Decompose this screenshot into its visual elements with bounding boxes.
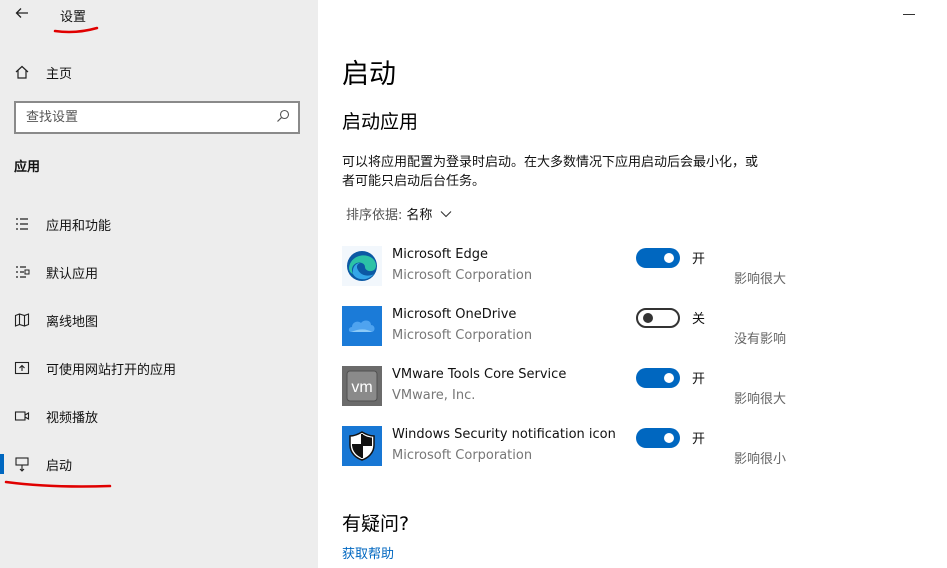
- video-playback-icon: [12, 406, 32, 426]
- window-title: 设置: [60, 10, 87, 25]
- startup-toggle[interactable]: [636, 368, 680, 388]
- description-line: 者可能只启动后台任务。: [342, 174, 486, 189]
- active-indicator: [0, 454, 4, 474]
- apps-for-websites-icon: [12, 358, 32, 378]
- sidebar-item-label: 离线地图: [46, 314, 99, 330]
- app-publisher: VMware, Inc.: [392, 388, 476, 403]
- description: 可以将应用配置为登录时启动。在大多数情况下应用启动后会最小化，或 者可能只启动后…: [342, 153, 802, 191]
- sidebar-item-label: 视频播放: [46, 410, 99, 426]
- search-icon[interactable]: [276, 109, 290, 127]
- main-panel: 启动 启动应用 可以将应用配置为登录时启动。在大多数情况下应用启动后会最小化，或…: [318, 0, 947, 568]
- sidebar-item-label: 应用和功能: [46, 218, 112, 234]
- toggle-state-label: 开: [692, 252, 706, 267]
- toggle-state-label: 关: [692, 312, 706, 327]
- sidebar-section-heading: 应用: [14, 160, 41, 175]
- back-arrow-icon: [15, 8, 28, 18]
- sort-dropdown[interactable]: 排序依据: 名称: [346, 204, 452, 223]
- settings-window: 设置 主页 应用 应用和功能 默认应用: [0, 0, 947, 568]
- sidebar-item-label: 默认应用: [46, 266, 99, 282]
- startup-icon: [12, 454, 32, 474]
- app-name: VMware Tools Core Service: [392, 367, 567, 382]
- startup-app-row: Windows Security notification icon Micro…: [342, 426, 822, 474]
- vmware-icon: vm: [342, 366, 382, 406]
- microsoft-edge-icon: [342, 246, 382, 286]
- red-underline-annotation: [53, 26, 99, 34]
- app-name: Microsoft OneDrive: [392, 307, 517, 322]
- back-button[interactable]: [12, 5, 32, 25]
- offline-maps-icon: [12, 310, 32, 330]
- sidebar-item-label: 启动: [46, 458, 73, 474]
- toggle-knob: [643, 313, 653, 323]
- startup-app-row: vm VMware Tools Core Service VMware, Inc…: [342, 366, 822, 414]
- app-publisher: Microsoft Corporation: [392, 328, 533, 343]
- sort-label: 排序依据:: [346, 208, 403, 223]
- sort-value: 名称: [406, 208, 433, 223]
- startup-toggle[interactable]: [636, 248, 680, 268]
- startup-app-row: Microsoft OneDrive Microsoft Corporation…: [342, 306, 822, 354]
- startup-toggle[interactable]: [636, 308, 680, 328]
- sidebar-item-startup[interactable]: 启动: [0, 444, 318, 484]
- app-name: Windows Security notification icon: [392, 427, 616, 442]
- sidebar-item-default-apps[interactable]: 默认应用: [0, 252, 318, 292]
- startup-impact: 影响很大: [734, 272, 787, 287]
- sidebar-item-video-playback[interactable]: 视频播放: [0, 396, 318, 436]
- svg-text:vm: vm: [351, 379, 372, 396]
- default-apps-icon: [12, 262, 32, 282]
- sidebar-item-label: 可使用网站打开的应用: [46, 362, 177, 378]
- get-help-link[interactable]: 获取帮助: [342, 543, 394, 562]
- startup-impact: 影响很大: [734, 392, 787, 407]
- toggle-knob: [664, 253, 674, 263]
- sidebar-item-label: 主页: [46, 66, 73, 82]
- search-input[interactable]: [26, 110, 256, 125]
- apps-features-icon: [12, 214, 32, 234]
- toggle-knob: [664, 433, 674, 443]
- sidebar-item-offline-maps[interactable]: 离线地图: [0, 300, 318, 340]
- toggle-knob: [664, 373, 674, 383]
- home-icon: [12, 62, 32, 82]
- startup-impact: 没有影响: [734, 332, 787, 347]
- startup-app-row: Microsoft Edge Microsoft Corporation 开 影…: [342, 246, 822, 294]
- minimize-icon[interactable]: [903, 14, 915, 15]
- toggle-state-label: 开: [692, 432, 706, 447]
- description-line: 可以将应用配置为登录时启动。在大多数情况下应用启动后会最小化，或: [342, 155, 759, 170]
- sidebar-item-home[interactable]: 主页: [0, 52, 318, 92]
- sidebar: 设置 主页 应用 应用和功能 默认应用: [0, 0, 318, 568]
- app-publisher: Microsoft Corporation: [392, 268, 533, 283]
- startup-toggle[interactable]: [636, 428, 680, 448]
- startup-impact: 影响很小: [734, 452, 787, 467]
- toggle-state-label: 开: [692, 372, 706, 387]
- onedrive-icon: [342, 306, 382, 346]
- app-name: Microsoft Edge: [392, 247, 489, 262]
- help-heading: 有疑问?: [342, 513, 410, 535]
- windows-security-shield-icon: [342, 426, 382, 466]
- app-publisher: Microsoft Corporation: [392, 448, 533, 463]
- sidebar-item-apps-features[interactable]: 应用和功能: [0, 204, 318, 244]
- page-title: 启动: [342, 59, 396, 90]
- section-title: 启动应用: [342, 111, 419, 133]
- search-box: [14, 101, 300, 134]
- chevron-down-icon: [440, 210, 452, 218]
- sidebar-item-apps-for-websites[interactable]: 可使用网站打开的应用: [0, 348, 318, 388]
